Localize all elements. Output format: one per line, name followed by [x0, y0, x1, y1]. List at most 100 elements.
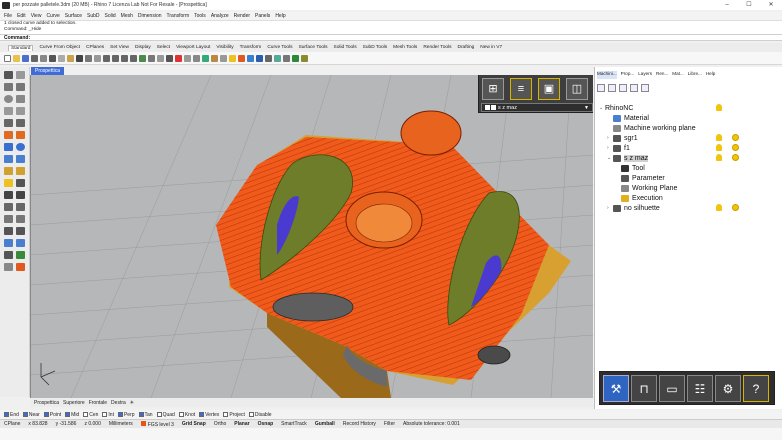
- osnap-toggle[interactable]: Osnap: [258, 421, 274, 427]
- osnap-knot[interactable]: Knot: [178, 412, 195, 418]
- osnap-checkbox[interactable]: [83, 412, 89, 417]
- osnap-checkbox[interactable]: [223, 412, 229, 417]
- tab-superiore[interactable]: Superiore: [63, 400, 85, 406]
- check-icon[interactable]: [16, 251, 25, 259]
- tree-node[interactable]: › no silhuette: [599, 203, 779, 213]
- maximize-button[interactable]: ☐: [738, 0, 760, 10]
- planar-toggle[interactable]: Planar: [234, 421, 249, 427]
- collapse-icon[interactable]: [597, 84, 605, 92]
- menu-view[interactable]: View: [31, 13, 42, 19]
- menu-subd[interactable]: SubD: [87, 13, 100, 19]
- lock-icon[interactable]: [193, 54, 200, 62]
- light-tool-icon[interactable]: [4, 179, 13, 187]
- menu-tools[interactable]: Tools: [194, 13, 206, 19]
- move-icon[interactable]: [4, 191, 13, 199]
- osnap-checkbox[interactable]: [22, 412, 28, 417]
- tab-curve-tools[interactable]: Curve Tools: [267, 45, 292, 50]
- menu-solid[interactable]: Solid: [105, 13, 116, 19]
- tab-curve-from-object[interactable]: Curve From Object: [39, 45, 80, 50]
- command-prompt-input[interactable]: Command:: [0, 34, 782, 41]
- paste-icon[interactable]: [67, 54, 74, 62]
- osnap-checkbox[interactable]: [102, 412, 108, 417]
- copy-tool-icon[interactable]: [16, 191, 25, 199]
- tab-machining[interactable]: Machini...: [597, 71, 617, 79]
- menu-help[interactable]: Help: [275, 13, 285, 19]
- viewport-title-tab[interactable]: Prospettica: [31, 67, 65, 75]
- render-icon[interactable]: [238, 54, 245, 62]
- sphere-icon[interactable]: [16, 143, 25, 151]
- info-icon[interactable]: [619, 84, 627, 92]
- osnap-int[interactable]: Int: [102, 412, 114, 418]
- properties-icon[interactable]: [211, 54, 218, 62]
- polygon-icon[interactable]: [16, 107, 25, 115]
- analyze-icon[interactable]: [274, 54, 281, 62]
- stock-button[interactable]: ▭: [659, 375, 685, 402]
- osnap-checkbox[interactable]: [156, 412, 162, 417]
- osnap-checkbox[interactable]: [199, 412, 205, 417]
- cplane-label[interactable]: CPlane: [4, 421, 20, 427]
- rotate-view-icon[interactable]: [94, 54, 101, 62]
- mirror-icon[interactable]: [4, 215, 13, 223]
- light-icon[interactable]: [229, 54, 236, 62]
- mesh-icon[interactable]: [283, 54, 290, 62]
- osnap-point[interactable]: Point: [43, 412, 61, 418]
- pan-icon[interactable]: [85, 54, 92, 62]
- status-dot-icon[interactable]: [732, 204, 739, 211]
- ortho-toggle[interactable]: Ortho: [214, 421, 227, 427]
- gumball-toggle[interactable]: Gumball: [315, 421, 335, 427]
- point-icon[interactable]: [16, 71, 25, 79]
- material-icon[interactable]: [247, 54, 254, 62]
- menu-dimension[interactable]: Dimension: [138, 13, 162, 19]
- perspective-viewport[interactable]: ⊞ ≡ ▣ ◫ s z maz ▼: [30, 75, 593, 398]
- curve-icon[interactable]: [16, 83, 25, 91]
- menu-transform[interactable]: Transform: [167, 13, 190, 19]
- smarttrack-toggle[interactable]: SmartTrack: [281, 421, 307, 427]
- join-icon[interactable]: [4, 239, 13, 247]
- filter-toggle[interactable]: Filter: [384, 421, 395, 427]
- menu-curve[interactable]: Curve: [46, 13, 59, 19]
- current-layer[interactable]: FGS level 3: [140, 420, 174, 428]
- tree-node[interactable]: Execution: [599, 193, 779, 203]
- status-dot-icon[interactable]: [732, 134, 739, 141]
- stack-icon[interactable]: ≡: [510, 78, 532, 100]
- tab-materials[interactable]: Mat...: [672, 71, 684, 79]
- osnap-perp[interactable]: Perp: [117, 412, 135, 418]
- visibility-bulb-icon[interactable]: [716, 154, 722, 161]
- tab-surface-tools[interactable]: Surface Tools: [299, 45, 328, 50]
- tab-display[interactable]: Display: [135, 45, 151, 50]
- tab-drafting[interactable]: Drafting: [458, 45, 475, 50]
- units-label[interactable]: Millimeters: [109, 421, 133, 427]
- menu-panels[interactable]: Panels: [255, 13, 270, 19]
- tab-render-tools[interactable]: Render Tools: [423, 45, 451, 50]
- osnap-checkbox[interactable]: [43, 412, 49, 417]
- zoom-extents-icon[interactable]: [121, 54, 128, 62]
- menu-render[interactable]: Render: [234, 13, 250, 19]
- scale-icon[interactable]: [16, 203, 25, 211]
- visibility-bulb-icon[interactable]: [716, 204, 722, 211]
- add-viewport-icon[interactable]: ✳: [130, 400, 134, 406]
- osnap-quad[interactable]: Quad: [156, 412, 175, 418]
- surface-icon[interactable]: [4, 131, 13, 139]
- tab-prospettica[interactable]: Prospettica: [34, 400, 59, 406]
- trim-icon[interactable]: [4, 227, 13, 235]
- match-icon[interactable]: [220, 54, 227, 62]
- status-dot-icon[interactable]: [732, 154, 739, 161]
- loft-icon[interactable]: [16, 131, 25, 139]
- search-icon[interactable]: [641, 84, 649, 92]
- tab-select[interactable]: Select: [157, 45, 170, 50]
- output-icon[interactable]: ◫: [566, 78, 588, 100]
- help-button[interactable]: ?: [743, 375, 769, 402]
- settings-button[interactable]: ⚙: [715, 375, 741, 402]
- add-operation-icon[interactable]: ⊞: [482, 78, 504, 100]
- osnap-cen[interactable]: Cen: [83, 412, 98, 418]
- copy-icon[interactable]: [58, 54, 65, 62]
- osnap-tan[interactable]: Tan: [138, 412, 153, 418]
- menu-file[interactable]: File: [4, 13, 12, 19]
- tree-node[interactable]: ⌄ RhinoNC: [599, 103, 779, 113]
- box-icon[interactable]: [4, 143, 13, 151]
- tree-node[interactable]: Machine working plane: [599, 123, 779, 133]
- cplane-icon[interactable]: [148, 54, 155, 62]
- tree-node[interactable]: › sgr1: [599, 133, 779, 143]
- hide-icon[interactable]: [184, 54, 191, 62]
- visibility-bulb-icon[interactable]: [716, 144, 722, 151]
